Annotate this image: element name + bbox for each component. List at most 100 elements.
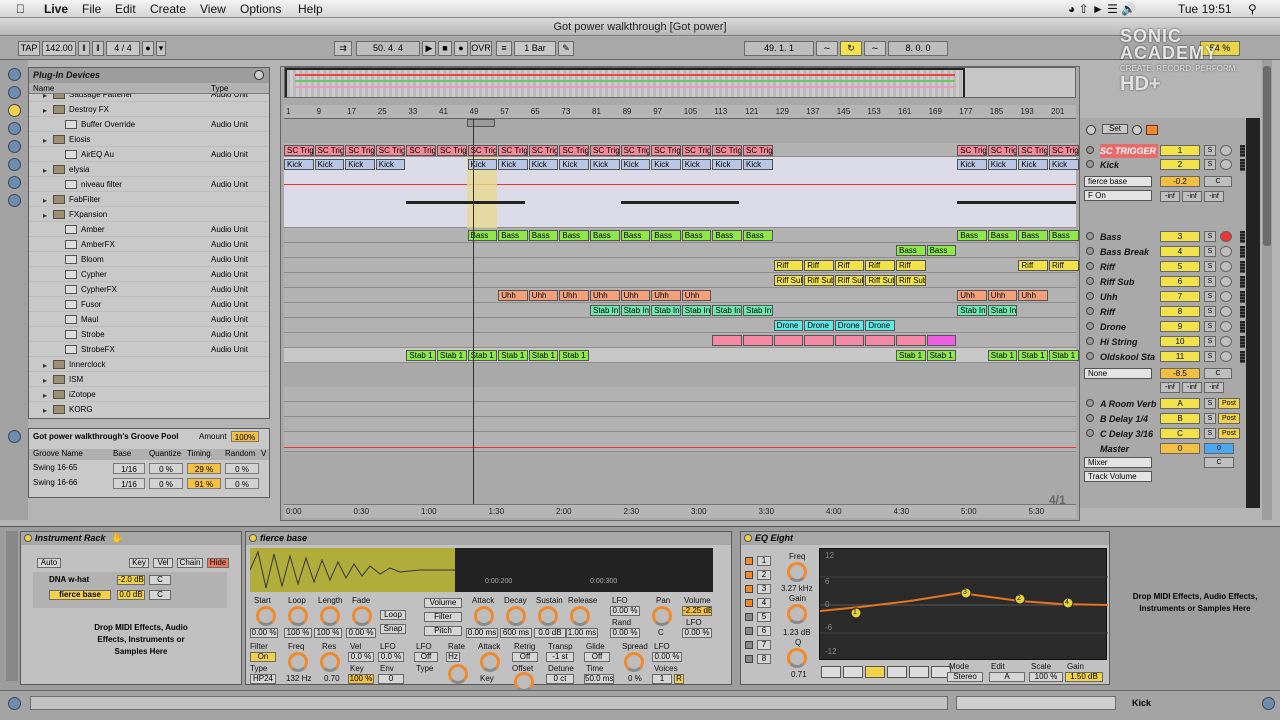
clip-uhh[interactable]: Uhh (590, 290, 620, 301)
track-activator[interactable]: 1 (1160, 145, 1200, 156)
groove-random[interactable]: 0 % (225, 463, 259, 474)
track-name[interactable]: Riff (1100, 305, 1115, 319)
track-name[interactable]: Kick (1100, 158, 1119, 172)
arm-button[interactable] (1220, 231, 1232, 242)
post-button[interactable]: Post (1218, 398, 1240, 409)
clip-kick[interactable]: Kick (590, 159, 620, 170)
eq-band-enable-icon[interactable] (745, 599, 753, 607)
beat-ruler[interactable]: 1 9 17 25 33 41 49 57 65 73 81 89 97 105 113 121 129 137 1… (284, 105, 1076, 119)
overview-window[interactable] (285, 68, 965, 97)
clip-riff[interactable]: Riff (1049, 260, 1079, 271)
clip-riff[interactable]: Riff (896, 260, 926, 271)
track-activator[interactable]: 10 (1160, 336, 1200, 347)
solo-button[interactable]: S (1204, 321, 1216, 332)
solo-button[interactable]: S (1204, 246, 1216, 257)
browser-row[interactable]: ▸ KORG (29, 402, 269, 416)
spotlight-icon[interactable]: ⚲ (1248, 2, 1257, 16)
solo-button[interactable]: S (1204, 291, 1216, 302)
clip-sc[interactable]: SC Trig (406, 145, 436, 156)
mixer-track[interactable]: Oldskool Sta 11 S (1080, 350, 1260, 364)
browser-row[interactable]: StrobeFX Audio Unit (29, 342, 269, 357)
arm-button[interactable] (1220, 261, 1232, 272)
clip-sc[interactable]: SC Trig (712, 145, 742, 156)
solo-button[interactable]: S (1204, 351, 1216, 362)
filter-on-button[interactable]: On (250, 652, 276, 662)
clip-kick[interactable]: Kick (498, 159, 528, 170)
clip-kick[interactable]: Kick (345, 159, 375, 170)
browser-row[interactable]: ▸ elysia (29, 162, 269, 177)
loop-length-field[interactable]: 8. 0. 0 (888, 41, 948, 56)
expand-icon[interactable]: ▸ (43, 388, 47, 403)
key-value[interactable]: 100 % (348, 674, 374, 684)
return-fold-icon[interactable] (1086, 399, 1094, 407)
clip-bass[interactable]: Bass (498, 230, 528, 241)
clip-kick[interactable]: Kick (957, 159, 987, 170)
eq-q-knob[interactable] (787, 648, 807, 668)
rack-auto-button[interactable]: Auto (37, 558, 61, 568)
track-route-dropdown[interactable]: F On (1084, 190, 1152, 201)
solo-button[interactable]: S (1204, 276, 1216, 287)
browser-row[interactable]: ▸ FabFilter (29, 192, 269, 207)
vel-value[interactable]: 0.0 % (348, 652, 374, 662)
clip-bass[interactable]: Bass (926, 245, 957, 256)
clip-sc[interactable]: SC Trig (528, 145, 559, 156)
clip-stab[interactable]: Stab 1 (559, 350, 589, 361)
expand-icon[interactable]: ▸ (43, 103, 47, 118)
clip-stab[interactable]: Stab 1 (498, 350, 528, 361)
eq-gain-knob[interactable] (787, 604, 807, 624)
clip-riff[interactable]: Riff (804, 260, 834, 271)
clip-hi-string[interactable] (712, 335, 742, 346)
release-value[interactable]: 1.00 ms (566, 628, 598, 638)
device-drop-zone[interactable]: Drop MIDI Effects, Audio Effects, Instru… (1120, 591, 1270, 615)
clip-sc[interactable]: SC Trig (1018, 145, 1048, 156)
eq-display[interactable]: 12 6 0 -6 -12 1 3 2 4 (819, 548, 1108, 660)
browser-row[interactable]: AirEQ Au Audio Unit (29, 147, 269, 162)
clip-riff[interactable]: Riff (834, 260, 865, 271)
return-activator[interactable]: B (1160, 413, 1200, 424)
master-mixer-dropdown[interactable]: Mixer (1084, 457, 1152, 468)
master-volume[interactable]: 0 (1160, 443, 1200, 454)
filter-type-dropdown[interactable]: HP24 (250, 674, 276, 684)
clip-kick[interactable]: Kick (1018, 159, 1048, 170)
eq-mode-dropdown[interactable]: Stereo (947, 672, 983, 682)
clip-sc[interactable]: SC Trig (498, 145, 528, 156)
return-solo[interactable]: S (1204, 413, 1216, 424)
clip-hi-string[interactable] (926, 335, 957, 346)
track-activator[interactable]: 6 (1160, 276, 1200, 287)
clip-uhh[interactable]: Uhh (620, 290, 651, 301)
clip-bass[interactable]: Bass (957, 230, 987, 241)
return-name[interactable]: C Delay 3/16 (1100, 427, 1153, 441)
eq-band-button[interactable]: 6 (757, 626, 771, 636)
groove-pool-icon[interactable] (8, 430, 21, 443)
mixer-track[interactable]: Bass 3 S (1080, 230, 1260, 244)
eq-type-lowshelf-icon[interactable] (843, 666, 863, 678)
eq-band-button[interactable]: 1 (757, 556, 771, 566)
menu-file[interactable]: File (82, 2, 101, 16)
track-volume-dropdown[interactable]: Track Volume (1084, 471, 1152, 482)
browser-row[interactable]: niveau filter Audio Unit (29, 177, 269, 192)
solo-button[interactable]: S (1204, 336, 1216, 347)
clip-drone[interactable]: Drone (773, 320, 804, 331)
menu-options[interactable]: Options (240, 2, 281, 16)
mixer-track[interactable]: Riff 8 S (1080, 305, 1260, 319)
clip-sc[interactable]: SC Trig (743, 145, 773, 156)
clip-riffsub[interactable]: Riff Sub (773, 275, 804, 286)
clip-bass[interactable]: Bass (590, 230, 620, 241)
clip-stab[interactable]: Stab 1 (896, 350, 926, 361)
browser-row[interactable]: ▸ iZotope (29, 387, 269, 402)
clip-uhh[interactable]: Uhh (681, 290, 712, 301)
time-value[interactable]: 50.0 ms (584, 674, 614, 684)
fade-knob[interactable] (352, 606, 372, 626)
track-fold-icon[interactable] (1086, 247, 1094, 255)
track-activator[interactable]: 4 (1160, 246, 1200, 257)
clip-hi-string[interactable] (743, 335, 773, 346)
track-name[interactable]: Hi String (1100, 335, 1138, 349)
punch-in-icon[interactable]: ∼ (816, 41, 838, 56)
clip-riff[interactable]: Riff (773, 260, 804, 271)
clip-bass[interactable]: Bass (743, 230, 773, 241)
offset-knob[interactable] (514, 672, 534, 692)
metronome-icon[interactable]: ● (142, 41, 154, 56)
arm-button[interactable] (1220, 306, 1232, 317)
browser-row[interactable]: AmberFX Audio Unit (29, 237, 269, 252)
expand-icon[interactable]: ▸ (43, 133, 47, 148)
